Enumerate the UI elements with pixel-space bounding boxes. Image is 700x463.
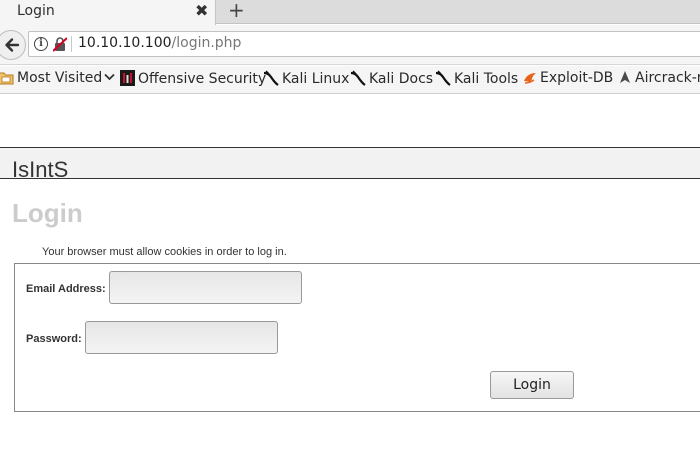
exploitdb-icon [524,73,536,84]
bookmark-offensive-security[interactable]: Offensive Security [120,70,266,87]
navigation-bar: i 10.10.10.100/login.php [0,25,700,65]
url-separator [71,36,72,52]
bookmark-most-visited[interactable]: Most Visited [0,70,115,86]
back-arrow-icon [5,38,20,52]
tab-login[interactable]: Login ✖ [0,0,216,25]
login-button[interactable]: Login [490,371,574,399]
site-header [0,148,700,179]
kali-dragon-icon [435,70,451,86]
url-text[interactable]: 10.10.10.100/login.php [78,35,241,51]
new-tab-icon[interactable]: + [228,0,245,21]
login-form: Email Address: Password: Login [14,263,700,412]
bookmark-label: Kali Docs [369,71,434,87]
url-host: 10.10.10.100 [78,35,172,51]
cookie-notice: Your browser must allow cookies in order… [42,246,287,258]
tab-title: Login [17,3,55,19]
url-path: /login.php [171,35,242,51]
bookmark-label: Exploit-DB [540,70,614,86]
bookmark-label: Aircrack-ng [635,70,700,86]
back-button[interactable] [0,30,26,60]
bookmark-kali-docs[interactable]: Kali Docs [350,70,433,87]
password-field[interactable] [85,321,278,354]
bookmark-label: Offensive Security [138,71,267,87]
email-label: Email Address: [26,283,106,295]
email-field[interactable] [109,271,302,304]
kali-dragon-icon [350,70,366,86]
bookmark-kali-linux[interactable]: Kali Linux [263,70,349,87]
tab-strip: Login ✖ + [0,0,700,25]
folder-icon [0,72,14,85]
bookmark-label: Kali Linux [282,71,350,87]
bookmark-kali-tools[interactable]: Kali Tools [435,70,518,87]
aircrack-icon [620,71,630,83]
url-bar[interactable]: i 10.10.10.100/login.php [28,31,700,57]
bookmarks-toolbar: Most Visited Offensive Security Kali Lin… [0,66,700,94]
bookmark-label: Kali Tools [454,71,519,87]
bookmark-label: Most Visited [17,70,103,86]
password-label: Password: [26,333,82,345]
insecure-lock-icon[interactable] [53,36,67,52]
chevron-down-icon [104,73,115,81]
offsec-icon [120,70,135,86]
kali-dragon-icon [263,70,279,86]
close-icon[interactable]: ✖ [195,1,208,21]
bookmark-exploit-db[interactable]: Exploit-DB [523,70,613,86]
page-title: Login [12,198,83,228]
info-icon[interactable]: i [34,37,48,51]
bookmark-aircrack-ng[interactable]: Aircrack-ng [618,70,700,86]
site-name: IsIntS [12,157,69,182]
